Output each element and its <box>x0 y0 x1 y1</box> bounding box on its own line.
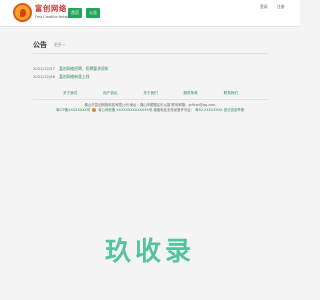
icp-link[interactable]: 粤ICP备XXXXXXXX号 <box>56 108 90 112</box>
logo-icon <box>13 3 32 22</box>
notice-item[interactable]: 2022/12/27 富创网络招聘、招聘要求须知 <box>33 66 108 72</box>
site-header: 富创网络 First Creative Network 首页 公告 登录 注册 <box>0 0 300 27</box>
report-link[interactable]: 违法信息举报 <box>224 108 244 112</box>
police-link[interactable]: 粤公网安备 XXXXXXXXXXXXXX号 <box>98 108 152 112</box>
footer-link-about-2[interactable]: 关于我们 <box>143 91 157 97</box>
page-title: 公告 <box>33 41 47 49</box>
register-link[interactable]: 注册 <box>277 4 285 10</box>
footer-link-agreement[interactable]: 用户协议 <box>103 91 117 97</box>
notice-item[interactable]: 2022/12/26 富创网络新版上线 <box>33 74 89 80</box>
footer-link-terms[interactable]: 服务条款 <box>183 91 197 97</box>
notice-title[interactable]: 富创网络新版上线 <box>59 74 89 79</box>
more-link[interactable]: 更多 » <box>54 42 65 48</box>
footer-link-about[interactable]: 关于我们 <box>63 91 77 97</box>
footer-divider <box>33 99 268 100</box>
icp-row: 粤ICP备XXXXXXXX号 粤公网安备 XXXXXXXXXXXXXX号 增值电… <box>0 107 300 112</box>
notice-date: 2022/12/27 <box>33 66 55 71</box>
footer-links: 关于我们 用户协议 关于我们 服务条款 联系我们 <box>33 91 268 97</box>
license-link[interactable]: 粤B2-XXXXXXXX <box>195 108 223 112</box>
nav-notice-button[interactable]: 公告 <box>86 8 100 18</box>
notice-date: 2022/12/26 <box>33 74 55 79</box>
notice-title[interactable]: 富创网络招聘、招聘要求须知 <box>59 66 108 71</box>
login-link[interactable]: 登录 <box>260 4 268 10</box>
police-badge-icon <box>92 108 97 112</box>
logo-name: 富创网络 <box>35 4 67 13</box>
watermark-text: 玖收录 <box>104 237 195 267</box>
license-label: 增值电信业务经营许可证： <box>153 108 195 112</box>
title-divider <box>33 53 268 54</box>
nav-home-button[interactable]: 首页 <box>68 8 82 18</box>
site-logo[interactable]: 富创网络 First Creative Network <box>13 3 73 23</box>
footer-link-contact[interactable]: 联系我们 <box>224 91 238 97</box>
